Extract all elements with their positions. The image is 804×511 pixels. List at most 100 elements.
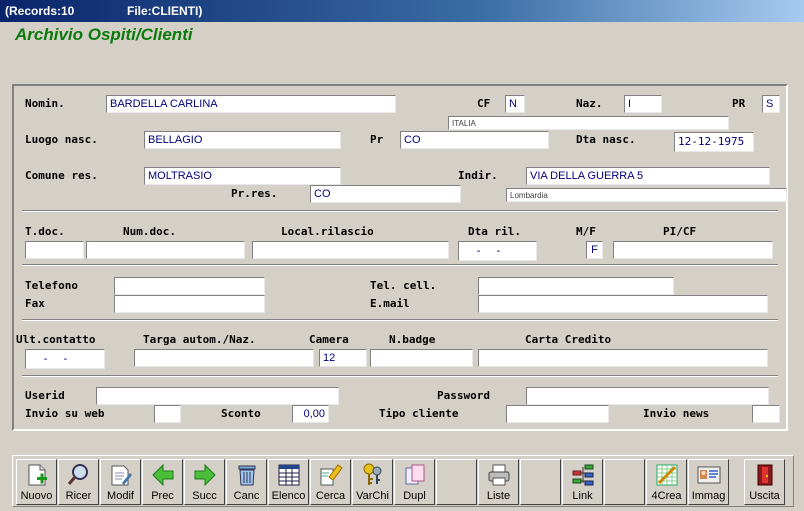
pi-cf-field[interactable] [613,241,773,259]
button-label: Modif [107,490,134,502]
ult-contatto-field[interactable]: - - [25,349,105,369]
dta-ril-field[interactable]: - - [458,241,537,261]
exit-door-icon [757,464,773,486]
password-field[interactable] [526,387,769,405]
naz-field[interactable]: I [624,95,662,113]
canc-button[interactable]: Canc [226,459,267,505]
luogo-nasc-label: Luogo nasc. [25,133,98,146]
carta-credito-field[interactable] [478,349,768,367]
indir-field[interactable]: VIA DELLA GUERRA 5 [526,167,770,185]
records-count: (Records:10 [5,4,75,18]
targa-field[interactable] [134,349,314,367]
button-label: VarChi [356,490,389,502]
userid-label: Userid [25,389,65,402]
indir-label: Indir. [458,169,498,182]
title-bar: (Records:10 File:CLIENTI) [0,0,804,22]
liste-button[interactable]: Liste [478,459,519,505]
separator [22,375,778,377]
carta-credito-label: Carta Credito [525,333,612,346]
telefono-field[interactable] [114,277,265,295]
modif-button[interactable]: Modif [100,459,141,505]
pr-nasc-label: Pr [370,133,384,146]
fax-label: Fax [25,297,45,310]
num-doc-field[interactable] [86,241,245,259]
pr-field[interactable]: S [762,95,780,113]
table-list-icon [278,464,300,486]
userid-field[interactable] [96,387,339,405]
regione-description: Lombardia [506,188,787,202]
separator [22,210,778,212]
luogo-nasc-field[interactable]: BELLAGIO [144,131,341,149]
button-label: Dupl [403,490,426,502]
new-document-icon [28,464,47,486]
tel-cell-field[interactable] [478,277,674,295]
dupl-button[interactable]: Dupl [394,459,435,505]
comune-res-field[interactable]: MOLTRASIO [144,167,341,185]
prec-button[interactable]: Prec [142,459,183,505]
camera-field[interactable]: 12 [319,349,367,367]
mf-label: M/F [576,225,596,238]
button-label: Nuovo [20,490,53,502]
targa-label: Targa autom./Naz. [143,333,256,346]
ricer-button[interactable]: Ricer [58,459,99,505]
local-rilascio-field[interactable] [252,241,449,259]
uscita-button[interactable]: Uscita [744,459,785,505]
tel-cell-label: Tel. cell. [370,279,437,292]
arrow-left-icon [152,463,174,487]
n-badge-label: N.badge [389,333,436,346]
search-highlighter-icon [320,464,343,486]
camera-label: Camera [309,333,349,346]
arrow-right-icon [194,463,216,487]
nuovo-button[interactable]: Nuovo [16,459,57,505]
invio-web-label: Invio su web [25,407,105,420]
empty-toolbar-button[interactable] [520,459,561,505]
button-label: Liste [486,490,511,502]
succ-button[interactable]: Succ [184,459,225,505]
tipo-cliente-label: Tipo cliente [379,407,459,420]
invio-web-field[interactable] [154,405,181,423]
keys-icon [363,463,382,485]
varchi-button[interactable]: VarChi [352,459,393,505]
naz-label: Naz. [576,97,603,110]
invio-news-label: Invio news [643,407,710,420]
button-label: Link [572,490,593,502]
button-label: Prec [151,490,174,502]
tipo-cliente-field[interactable] [506,405,609,423]
empty-toolbar-button[interactable] [436,459,477,505]
dta-nasc-field[interactable]: 12-12-1975 [674,132,754,152]
cf-field[interactable]: N [505,95,525,113]
pi-cf-label: PI/CF [663,225,697,238]
sconto-label: Sconto [221,407,261,420]
empty-toolbar-button[interactable] [604,459,645,505]
link-button[interactable]: Link [562,459,603,505]
nazione-description: ITALIA [448,116,729,130]
nomin-field[interactable]: BARDELLA CARLINA [106,95,396,113]
button-label: Immag [691,490,726,502]
4crea-button[interactable]: 4Crea [646,459,687,505]
app-title: Archivio Ospiti/Clienti [15,25,193,44]
sconto-field[interactable]: 0,00 [292,405,329,423]
fax-field[interactable] [114,295,265,313]
button-label: 4Crea [651,490,682,502]
pr-label: PR [732,97,746,110]
file-name: File:CLIENTI) [127,4,203,18]
elenco-button[interactable]: Elenco [268,459,309,505]
button-label: Uscita [749,490,780,502]
button-label: Ricer [65,490,92,502]
t-doc-field[interactable] [25,241,84,259]
email-field[interactable] [478,295,768,313]
pr-nasc-field[interactable]: CO [400,131,549,149]
immag-button[interactable]: Immag [688,459,729,505]
button-label: Succ [192,490,217,502]
button-label: Cerca [315,490,346,502]
mf-field[interactable]: F [586,241,603,259]
separator [22,264,778,266]
dta-ril-label: Dta ril. [468,225,521,238]
invio-news-field[interactable] [752,405,780,423]
pr-res-field[interactable]: CO [310,185,461,203]
pr-res-label: Pr.res. [231,187,278,200]
printer-icon [488,464,510,486]
n-badge-field[interactable] [370,349,473,367]
nomin-label: Nomin. [25,97,65,110]
cerca-button[interactable]: Cerca [310,459,351,505]
